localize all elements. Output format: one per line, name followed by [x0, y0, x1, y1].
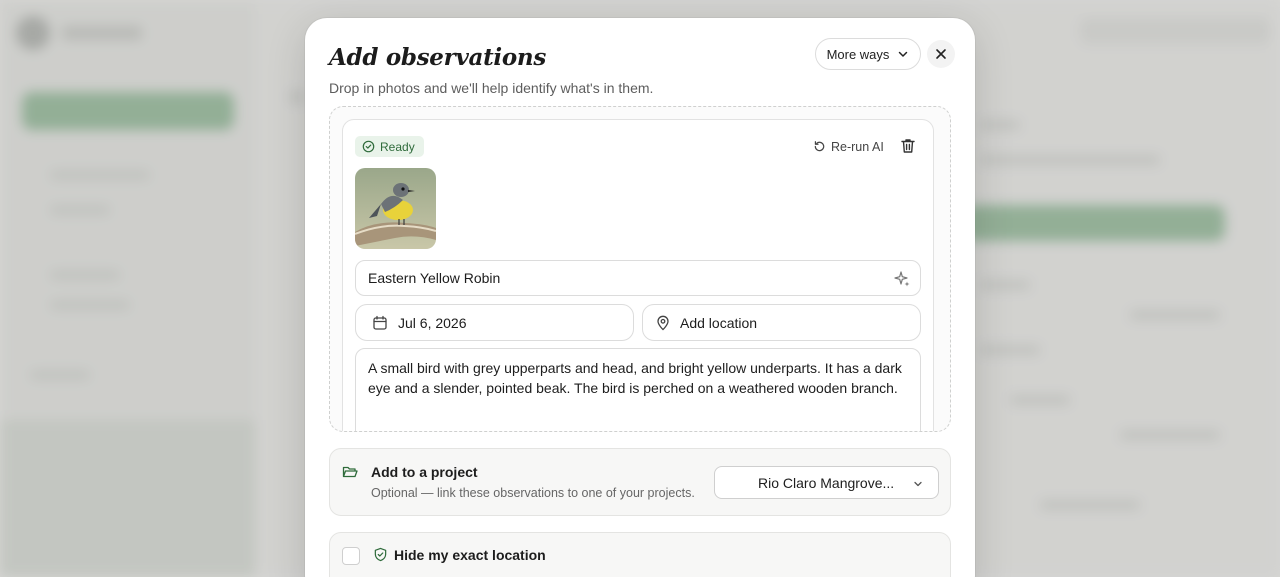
add-observations-dialog: Add observations Drop in photos and we'l… — [305, 18, 975, 577]
description-textarea[interactable]: A small bird with grey upperparts and he… — [355, 348, 921, 431]
hide-location-label: Hide my exact location — [394, 547, 546, 563]
status-badge: Ready — [355, 136, 424, 157]
rerun-ai-button[interactable]: Re-run AI — [813, 136, 884, 157]
dialog-title: Add observations — [329, 44, 546, 71]
location-field[interactable]: Add location — [642, 304, 921, 341]
status-label: Ready — [380, 139, 415, 154]
map-pin-icon — [657, 315, 669, 330]
calendar-icon — [373, 315, 387, 330]
dialog-subtitle: Drop in photos and we'll help identify w… — [329, 80, 654, 96]
folder-open-icon — [342, 466, 358, 478]
hide-location-section: Hide my exact location — [329, 532, 951, 577]
chevron-down-icon — [914, 481, 922, 487]
trash-icon[interactable] — [899, 137, 917, 155]
close-button[interactable] — [927, 40, 955, 68]
date-value: Jul 6, 2026 — [398, 314, 467, 331]
close-icon — [936, 49, 946, 59]
check-circle-icon — [362, 140, 375, 153]
shield-check-icon — [374, 547, 387, 562]
rerun-label: Re-run AI — [831, 139, 884, 154]
photo-drop-zone[interactable]: Ready Re-run AI Eastern Yellow Robin Jul… — [329, 106, 951, 432]
chevron-down-icon — [899, 51, 908, 57]
bird-photo-thumbnail — [355, 168, 436, 249]
species-field[interactable]: Eastern Yellow Robin — [355, 260, 921, 296]
add-to-project-section: Add to a project Optional — link these o… — [329, 448, 951, 516]
location-label: Add location — [680, 314, 758, 331]
ai-sparkle-icon[interactable] — [893, 270, 911, 288]
project-select-value: Rio Claro Mangrove... — [758, 474, 895, 491]
observation-photo[interactable] — [355, 168, 436, 249]
hide-location-checkbox[interactable] — [342, 547, 360, 565]
project-title: Add to a project — [371, 464, 478, 480]
refresh-icon — [814, 141, 825, 152]
more-ways-button[interactable]: More ways — [815, 38, 921, 70]
project-help-text: Optional — link these observations to on… — [371, 486, 695, 500]
observation-card: Ready Re-run AI Eastern Yellow Robin Jul… — [342, 119, 934, 431]
more-ways-label: More ways — [826, 46, 890, 62]
date-field[interactable]: Jul 6, 2026 — [355, 304, 634, 341]
species-value: Eastern Yellow Robin — [368, 270, 501, 286]
project-select[interactable]: Rio Claro Mangrove... — [714, 466, 939, 499]
